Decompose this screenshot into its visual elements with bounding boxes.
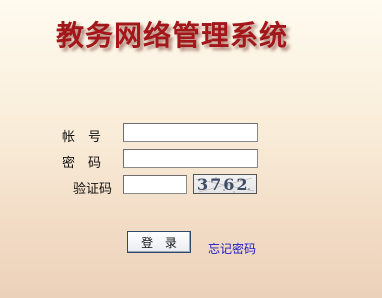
page-title: 教务网络管理系统 bbox=[56, 19, 289, 52]
account-input[interactable] bbox=[123, 123, 258, 142]
captcha-code: 3762 bbox=[197, 175, 250, 194]
captcha-label: 验证码 bbox=[73, 182, 113, 197]
password-input[interactable] bbox=[123, 149, 258, 168]
forgot-password-link[interactable]: 忘记密码 bbox=[208, 240, 256, 257]
password-label: 密 码 bbox=[62, 156, 102, 171]
captcha-image[interactable]: 3762 bbox=[193, 174, 257, 194]
login-button[interactable]: 登 录 bbox=[127, 231, 191, 253]
captcha-input[interactable] bbox=[123, 175, 187, 194]
account-label: 帐 号 bbox=[62, 130, 102, 145]
